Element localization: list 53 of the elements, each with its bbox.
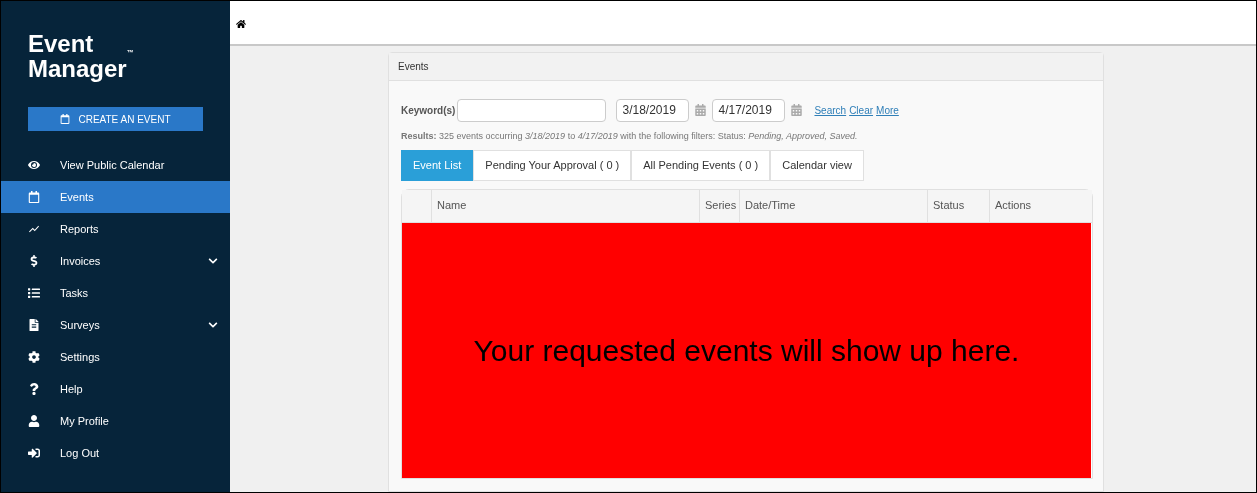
panel-title: Events <box>389 53 1103 81</box>
home-icon[interactable] <box>236 19 246 29</box>
column-header: Series <box>700 189 740 222</box>
sidebar-item[interactable]: Settings <box>1 341 230 373</box>
sidebar-item[interactable]: My Profile <box>1 405 230 437</box>
sidebar-item[interactable]: Reports <box>1 213 230 245</box>
sidebar-item[interactable]: Invoices <box>1 245 230 277</box>
sidebar-item-label: Settings <box>60 349 101 365</box>
tab[interactable]: Pending Your Approval ( 0 ) <box>473 149 632 181</box>
sidebar-item-label: Log Out <box>60 445 101 461</box>
settings-icon <box>28 351 40 363</box>
tab[interactable]: All Pending Events ( 0 ) <box>631 149 771 181</box>
sidebar-item[interactable]: View Public Calendar <box>1 149 230 181</box>
sidebar-item[interactable]: Help <box>1 373 230 405</box>
sidebar-item-label: Help <box>60 381 84 397</box>
list-icon <box>28 287 40 299</box>
calendar-icon <box>60 114 71 124</box>
sidebar-item[interactable]: Log Out <box>1 437 230 469</box>
sidebar-item-label: Tasks <box>60 285 90 301</box>
create-event-button[interactable]: CREATE AN EVENT <box>28 107 203 131</box>
sidebar-item-label: Invoices <box>60 253 102 269</box>
start-date-field[interactable]: 3/18/2019 <box>616 98 690 122</box>
sidebar-item-label: Events <box>60 189 95 205</box>
calendar-icon[interactable] <box>695 104 707 116</box>
sidebar-item-label: View Public Calendar <box>60 157 166 173</box>
filter-link[interactable]: More <box>876 102 899 118</box>
column-header: Status <box>928 189 990 222</box>
sidebar-item[interactable]: Events <box>1 181 230 213</box>
keyword-label: Keyword(s) <box>401 103 456 118</box>
calendar-icon[interactable] <box>791 104 803 116</box>
calendar-icon <box>28 191 40 203</box>
sidebar-item[interactable]: Surveys <box>1 309 230 341</box>
end-date-field[interactable]: 4/17/2019 <box>712 98 786 122</box>
sidebar-item-label: Surveys <box>60 317 101 333</box>
sidebar-item-label: My Profile <box>60 413 110 429</box>
logout-icon <box>28 447 40 459</box>
document-icon <box>28 319 40 331</box>
filter-link[interactable]: Clear <box>849 102 874 118</box>
sidebar-item[interactable]: Tasks <box>1 277 230 309</box>
help-icon <box>28 383 40 395</box>
eye-icon <box>28 159 40 171</box>
dollar-icon <box>28 255 40 267</box>
results-summary: Results: 325 events occurring 3/18/2019 to 4/17/2019 with the following filters: Status: Pending, Approved, Saved. <box>401 130 859 143</box>
chart-line-icon <box>28 223 40 235</box>
tab[interactable]: Calendar view <box>770 149 864 181</box>
column-header: Actions <box>994 198 1033 214</box>
column-header: Name <box>432 189 700 222</box>
sidebar-item-label: Reports <box>60 221 100 237</box>
placeholder-message: Your requested events will show up here. <box>473 332 1020 369</box>
filter-link[interactable]: Search <box>814 102 847 118</box>
keyword-field[interactable] <box>457 98 607 122</box>
column-header: Date/Time <box>740 189 928 222</box>
user-icon <box>28 415 40 427</box>
